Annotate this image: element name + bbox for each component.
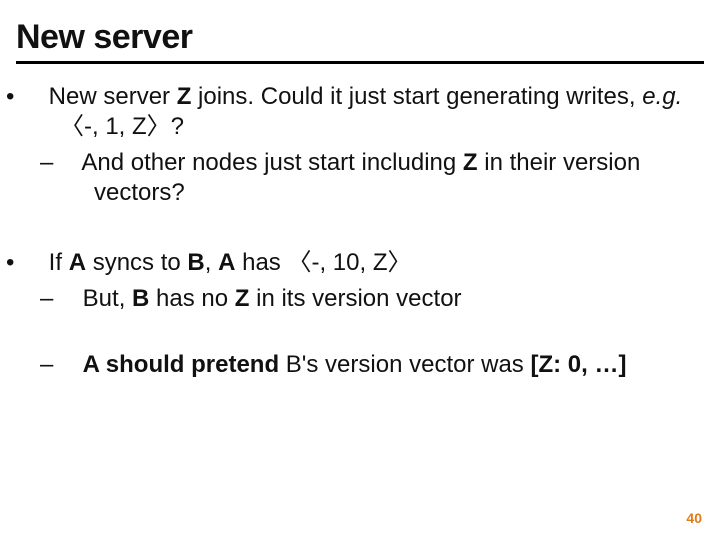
- slide-title: New server: [16, 18, 704, 64]
- subbullet-3a: – A should pretend B's version vector wa…: [76, 350, 704, 380]
- bullet-dot: •: [24, 248, 42, 278]
- text-bold: [Z: 0, …]: [530, 351, 626, 378]
- slide: New server • New server Z joins. Could i…: [0, 0, 720, 540]
- text-bold: B: [132, 285, 149, 312]
- text: And other nodes just start including: [81, 149, 463, 176]
- spacer: [16, 320, 704, 350]
- bullet-dash: –: [58, 350, 76, 380]
- bullet-dash: –: [58, 148, 76, 178]
- text: in its version vector: [249, 285, 461, 312]
- spacer: [16, 214, 704, 248]
- text: B's version vector was: [286, 351, 531, 378]
- text-bold: Z: [235, 285, 250, 312]
- text-italic: e.g.: [642, 83, 682, 110]
- bullet-dot: •: [24, 82, 42, 112]
- bullet-dash: –: [58, 284, 76, 314]
- text-bold: A: [83, 351, 99, 378]
- text-bold: Z: [463, 149, 478, 176]
- subbullet-2a: – But, B has no Z in its version vector: [76, 284, 704, 314]
- text: joins. Could it just start generating wr…: [191, 83, 642, 110]
- text-bold: A: [218, 249, 235, 276]
- text: But,: [83, 285, 132, 312]
- text: has 〈-, 10, Z〉: [235, 249, 411, 276]
- text: New server: [49, 83, 177, 110]
- bullet-1: • New server Z joins. Could it just star…: [42, 82, 704, 142]
- slide-content: • New server Z joins. Could it just star…: [16, 82, 704, 380]
- text-bold: A: [69, 249, 86, 276]
- page-number: 40: [686, 510, 702, 526]
- bullet-2: • If A syncs to B, A has 〈-, 10, Z〉: [42, 248, 704, 278]
- text-bold: B: [187, 249, 204, 276]
- text: syncs to: [86, 249, 187, 276]
- text: ,: [205, 249, 218, 276]
- subbullet-1a: – And other nodes just start including Z…: [76, 148, 704, 208]
- text-bold: should pretend: [99, 351, 286, 378]
- text: 〈-, 1, Z〉?: [60, 113, 184, 140]
- text: If: [49, 249, 69, 276]
- text-bold: Z: [177, 83, 192, 110]
- text: has no: [149, 285, 234, 312]
